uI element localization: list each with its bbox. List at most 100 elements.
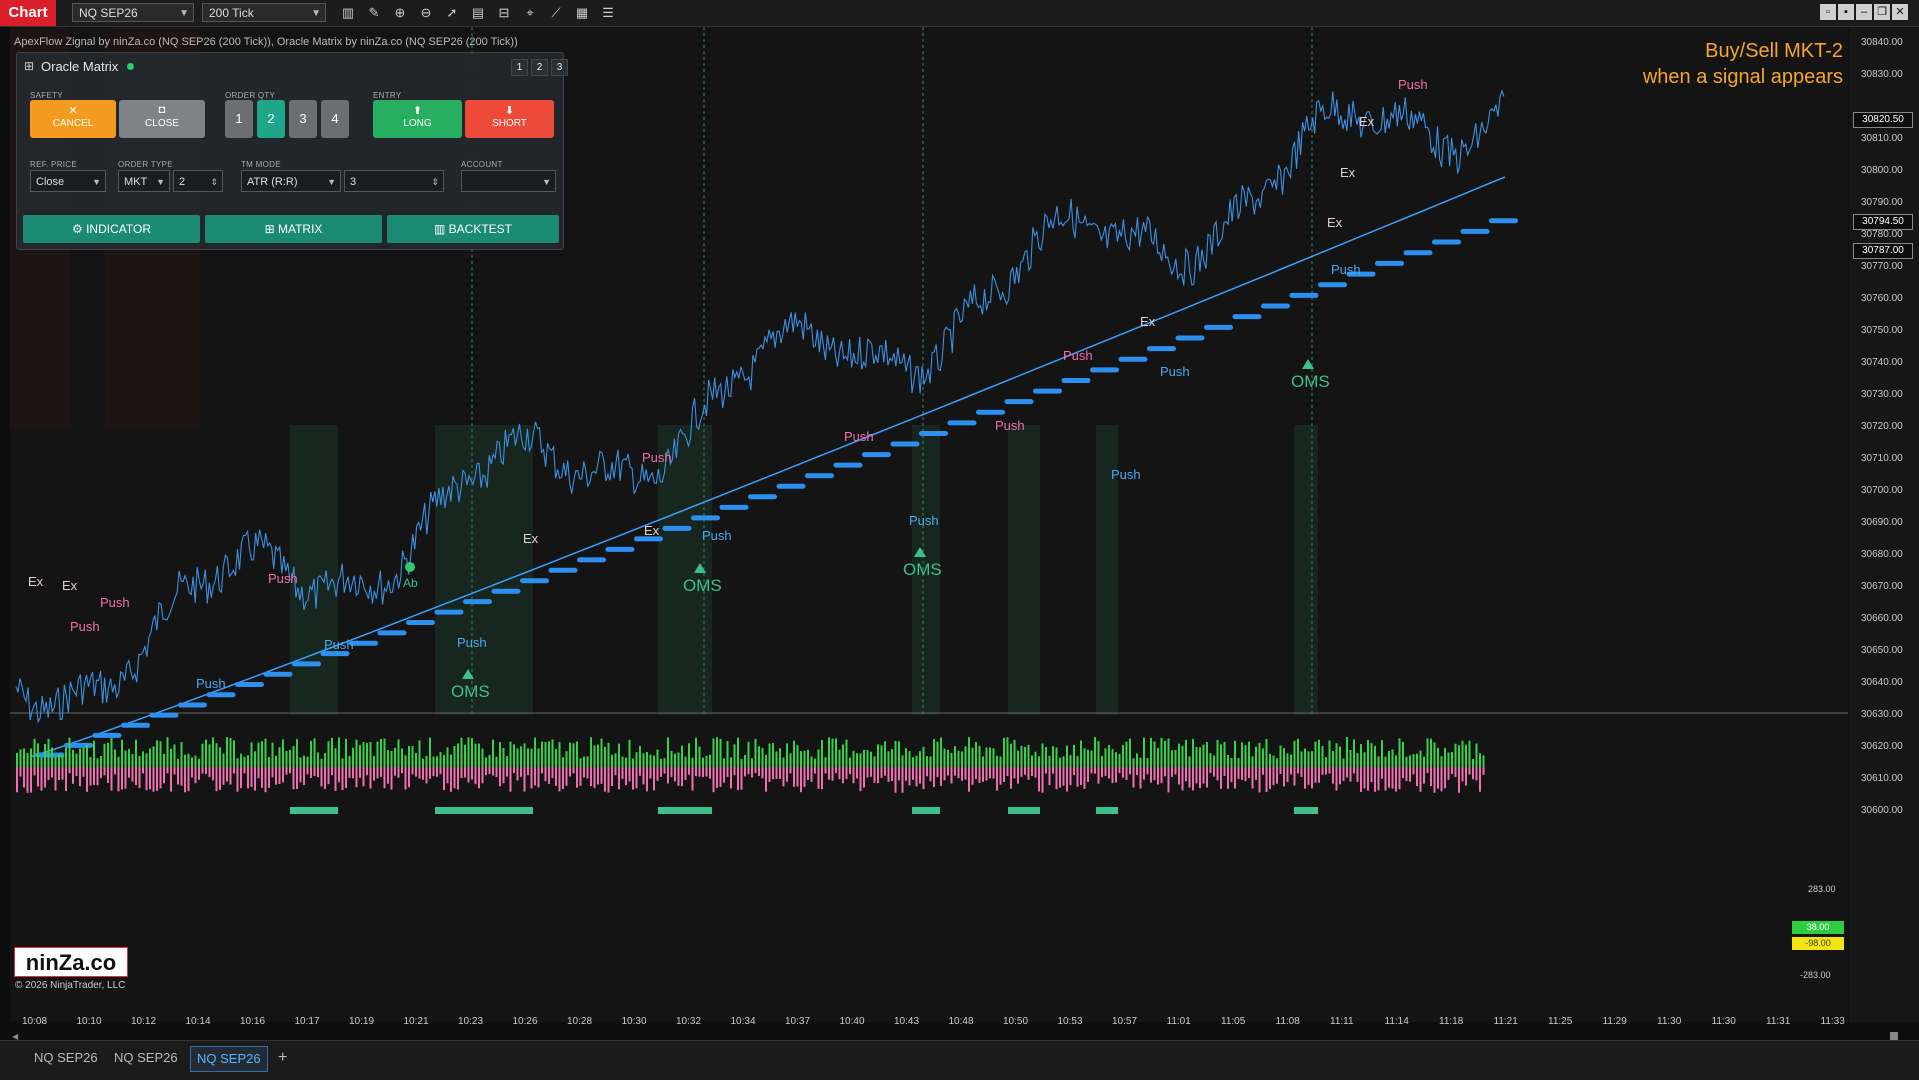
volume-bar-up [656, 749, 659, 767]
volume-bar-down [170, 767, 172, 792]
volume-bar-up [1468, 740, 1471, 767]
close-position-button[interactable]: ◘ CLOSE [119, 100, 205, 138]
volume-bar-down [383, 767, 386, 789]
pencil-icon[interactable]: ✎ [365, 4, 383, 22]
maximize-icon[interactable]: ❐ [1874, 4, 1890, 20]
volume-bar-up [324, 752, 326, 767]
bar-chart-icon[interactable]: ▥ [339, 4, 357, 22]
last-price-tag: 30820.50 [1853, 112, 1913, 128]
price-axis[interactable]: 30840.00 30830.00 30810.00 30800.00 3079… [1849, 27, 1919, 1022]
volume-bar-down [292, 767, 295, 790]
account-select[interactable]: ▼ [461, 170, 556, 192]
tab-nq-sep26-2[interactable]: NQ SEP26 [108, 1046, 184, 1070]
volume-bar-down [656, 767, 659, 781]
volume-bar-up [341, 758, 344, 767]
volume-bar-down [677, 767, 680, 786]
add-tab-button[interactable]: + [272, 1046, 293, 1070]
list-icon[interactable]: ☰ [599, 4, 617, 22]
volume-bar-up [1181, 745, 1184, 767]
volume-bar-down [733, 767, 736, 776]
chart-menu-button[interactable]: Chart [0, 0, 56, 26]
indicator-button[interactable]: ⚙ INDICATOR [23, 215, 200, 243]
drawing-icon[interactable]: ⊟ [495, 4, 513, 22]
volume-bar-up [614, 753, 617, 767]
page-button-3[interactable]: 3 [551, 59, 568, 76]
volume-bar-up [1279, 745, 1282, 767]
volume-bar-up [548, 741, 550, 767]
page-button-2[interactable]: 2 [531, 59, 548, 76]
volume-bar-down [229, 767, 232, 785]
volume-bar-up [387, 750, 389, 767]
qty-button-1[interactable]: 1 [225, 100, 253, 138]
volume-bar-down [544, 767, 547, 782]
short-button[interactable]: ⬇ SHORT [465, 100, 554, 138]
ref-price-select[interactable]: Close ▼ [30, 170, 106, 192]
volume-bar-up [215, 743, 218, 767]
pointer-icon[interactable]: ➚ [443, 4, 461, 22]
volume-bar-up [1153, 741, 1156, 767]
volume-bar-up [1132, 758, 1135, 767]
volume-bar-up [236, 758, 239, 767]
volume-bar-down [947, 767, 949, 776]
tm-mode-select[interactable]: ATR (R:R) ▼ [241, 170, 341, 192]
push-down-label: Push [844, 429, 874, 444]
volume-bar-down [436, 767, 438, 777]
tab-nq-sep26-1[interactable]: NQ SEP26 [28, 1046, 104, 1070]
volume-bar-up [632, 758, 634, 767]
stepper-icon[interactable]: ⇕ [431, 171, 439, 193]
page-button-1[interactable]: 1 [511, 59, 528, 76]
instrument-selector[interactable]: NQ SEP26 ▼ [72, 3, 194, 22]
volume-bar-up [1318, 739, 1320, 767]
volume-bar-down [44, 767, 46, 788]
volume-bar-up [1307, 751, 1310, 767]
qty-button-2[interactable]: 2 [257, 100, 285, 138]
qty-button-4[interactable]: 4 [321, 100, 349, 138]
window-mode-icon[interactable]: ▫ [1820, 4, 1836, 20]
properties-icon[interactable]: ▤ [469, 4, 487, 22]
volume-bar-down [1206, 767, 1208, 788]
zoom-in-icon[interactable]: ⊕ [391, 4, 409, 22]
stepper-icon[interactable]: ⇕ [210, 171, 218, 193]
volume-bar-up [877, 744, 879, 767]
backtest-label: BACKTEST [448, 222, 513, 236]
long-button[interactable]: ⬆ LONG [373, 100, 462, 138]
order-type-select[interactable]: MKT ▼ [118, 170, 170, 192]
volume-bar-down [1122, 767, 1124, 778]
volume-bar-down [471, 767, 473, 780]
volume-bar-up [646, 751, 648, 767]
minimize-icon[interactable]: – [1856, 4, 1872, 20]
volume-bar-down [506, 767, 508, 777]
volume-bar-down [999, 767, 1002, 785]
crosshair-icon[interactable]: ⌖ [521, 4, 539, 22]
window-tile-icon[interactable]: ▪ [1838, 4, 1854, 20]
zoom-out-icon[interactable]: ⊖ [417, 4, 435, 22]
indicator-info-line: ApexFlow Zignal by ninZa.co (NQ SEP26 (2… [14, 36, 518, 48]
volume-axis-bottom: -283.00 [1800, 970, 1831, 980]
close-icon[interactable]: ✕ [1892, 4, 1908, 20]
cancel-button[interactable]: ✕ CANCEL [30, 100, 116, 138]
backtest-button[interactable]: ▥ BACKTEST [387, 215, 559, 243]
matrix-button[interactable]: ⊞ MATRIX [205, 215, 382, 243]
volume-bar-down [1139, 767, 1142, 789]
push-down-label: Push [268, 571, 298, 586]
tab-nq-sep26-3[interactable]: NQ SEP26 [190, 1046, 268, 1072]
volume-bar-up [814, 758, 816, 767]
line-tool-icon[interactable]: ⟋ [547, 4, 565, 22]
volume-bar-down [985, 767, 988, 781]
bar-type-selector[interactable]: 200 Tick ▼ [202, 3, 326, 22]
order-offset-stepper[interactable]: 2 ⇕ [173, 170, 223, 192]
tm-value-stepper[interactable]: 3 ⇕ [344, 170, 444, 192]
volume-bar-up [1090, 750, 1093, 767]
volume-bar-up [131, 754, 134, 767]
volume-bar-up [898, 741, 900, 767]
strategy-icon[interactable]: ▦ [573, 4, 591, 22]
price-label: 30770.00 [1861, 261, 1903, 272]
scroll-right-handle[interactable] [1890, 1032, 1898, 1040]
volume-bar-up [460, 737, 463, 767]
time-axis[interactable]: 10:08 10:10 10:12 10:14 10:16 10:17 10:19 10:21… [10, 1012, 1848, 1036]
qty-button-3[interactable]: 3 [289, 100, 317, 138]
volume-bar-down [555, 767, 557, 786]
volume-bar-up [495, 756, 498, 767]
volume-bar-up [667, 737, 669, 767]
volume-bar-down [89, 767, 92, 786]
